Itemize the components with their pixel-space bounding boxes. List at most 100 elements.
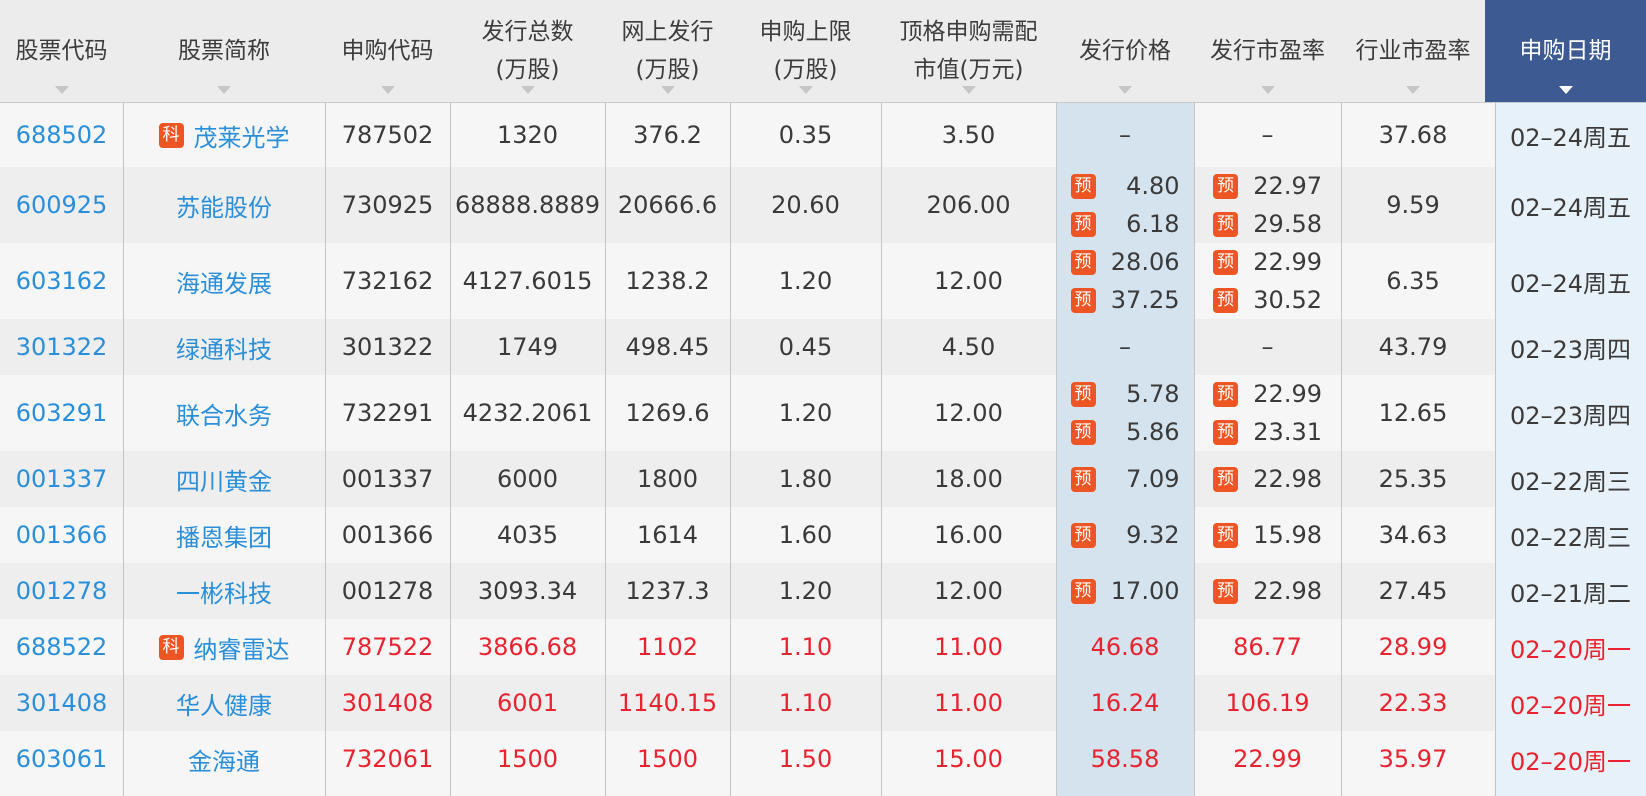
stock-code-link[interactable]: 688522 bbox=[0, 619, 123, 675]
table-row[interactable]: 001337 四川黄金 001337 6000 1800 1.80 18.00 预 7.09 预 2… bbox=[0, 451, 1646, 507]
stock-code-link[interactable]: 688502 bbox=[0, 103, 123, 167]
header-issue-pe[interactable]: 发行市盈率 bbox=[1194, 0, 1341, 102]
stock-name-link[interactable]: 科茂莱光学 bbox=[123, 103, 325, 167]
header-industry-pe[interactable]: 行业市盈率 bbox=[1341, 0, 1485, 102]
stock-name-link[interactable]: 绿通科技 bbox=[123, 319, 325, 375]
issue-price-value: 17.00 bbox=[1110, 577, 1180, 605]
table-row[interactable]: 603061 金海通 732061 1500 1500 1.50 15.00 58.58 22.… bbox=[0, 731, 1646, 787]
stock-name-link[interactable]: 海通发展 bbox=[123, 243, 325, 319]
issue-price-line: – bbox=[1119, 328, 1131, 366]
subscription-limit-text: 1.50 bbox=[778, 745, 833, 773]
table-row[interactable]: 600925 苏能股份 730925 68888.8889 20666.6 20.60 20… bbox=[0, 167, 1646, 243]
subscription-limit-text: 1.20 bbox=[778, 267, 833, 295]
stock-name-link-text[interactable]: 绿通科技 bbox=[176, 330, 272, 365]
subscription-date-text: 02–23周四 bbox=[1509, 401, 1632, 430]
issue-price-values: 预 17.00 bbox=[1070, 572, 1180, 610]
header-issue-price[interactable]: 发行价格 bbox=[1056, 0, 1194, 102]
estimate-badge-icon: 预 bbox=[1213, 173, 1238, 199]
industry-pe: 25.35 bbox=[1341, 451, 1485, 507]
stock-name-link-text[interactable]: 联合水务 bbox=[176, 396, 272, 431]
stock-name-link-text[interactable]: 金海通 bbox=[188, 742, 260, 777]
stock-name-link-text[interactable]: 一彬科技 bbox=[176, 574, 272, 609]
stock-code-link-text[interactable]: 301322 bbox=[16, 333, 108, 361]
stock-code-link-text[interactable]: 688522 bbox=[16, 633, 108, 661]
stock-code-link[interactable]: 301408 bbox=[0, 675, 123, 731]
stock-name-link-text[interactable]: 四川黄金 bbox=[176, 462, 272, 497]
subscription-limit: 0.35 bbox=[730, 103, 881, 167]
market-value-required-text: 3.50 bbox=[941, 121, 996, 149]
stock-name-link[interactable]: 苏能股份 bbox=[123, 167, 325, 243]
header-total-issue[interactable]: 发行总数 (万股) bbox=[450, 0, 605, 102]
stock-code-link-text[interactable]: 301408 bbox=[16, 689, 108, 717]
issue-price-line: – bbox=[1119, 116, 1131, 154]
stock-code-link[interactable]: 603162 bbox=[0, 243, 123, 319]
stock-code-link-text[interactable]: 603061 bbox=[16, 745, 108, 773]
industry-pe: 28.99 bbox=[1341, 619, 1485, 675]
issue-pe-values: 预 22.98 bbox=[1213, 572, 1322, 610]
stock-code-link[interactable]: 600925 bbox=[0, 167, 123, 243]
stock-code-link[interactable]: 603291 bbox=[0, 375, 123, 451]
table-row[interactable]: 688522 科纳睿雷达 787522 3866.68 1102 1.10 11.00 46.… bbox=[0, 619, 1646, 675]
stock-code-link-text[interactable]: 001278 bbox=[16, 577, 108, 605]
stock-name-link-text[interactable]: 海通发展 bbox=[176, 264, 272, 299]
stock-name-link-text[interactable]: 华人健康 bbox=[176, 686, 272, 721]
issue-pe-value: 22.97 bbox=[1253, 172, 1322, 200]
table-row[interactable]: 001278 一彬科技 001278 3093.34 1237.3 1.20 12.00 预 1… bbox=[0, 563, 1646, 619]
header-market-value-required[interactable]: 顶格申购需配 市值(万元) bbox=[881, 0, 1056, 102]
ipo-table-body: 688502 科茂莱光学 787502 1320 376.2 0.35 3.50– –37.6… bbox=[0, 103, 1646, 796]
table-row[interactable]: 603291 联合水务 732291 4232.2061 1269.6 1.20 12.00… bbox=[0, 375, 1646, 451]
stock-code-link-text[interactable]: 603162 bbox=[16, 267, 108, 295]
stock-name-link-text[interactable]: 纳睿雷达 bbox=[194, 630, 290, 665]
stock-code-link-text[interactable]: 688502 bbox=[16, 121, 108, 149]
sort-arrow-icon bbox=[660, 86, 675, 94]
stock-name-link-text[interactable]: 苏能股份 bbox=[176, 188, 272, 223]
stock-code-link[interactable]: 001366 bbox=[0, 507, 123, 563]
stock-name-link-text[interactable]: 播恩集团 bbox=[176, 518, 272, 553]
stock-name-link[interactable]: 华人健康 bbox=[123, 675, 325, 731]
table-row[interactable]: 603162 海通发展 732162 4127.6015 1238.2 1.20 12.00… bbox=[0, 243, 1646, 319]
stock-name-link[interactable]: 四川黄金 bbox=[123, 451, 325, 507]
stock-code-link-text[interactable]: 600925 bbox=[16, 191, 108, 219]
table-row[interactable]: 688502 科茂莱光学 787502 1320 376.2 0.35 3.50 – – 37.6… bbox=[0, 103, 1646, 167]
header-subscription-limit[interactable]: 申购上限 (万股) bbox=[730, 0, 881, 102]
issue-pe-value: 22.99 bbox=[1253, 380, 1322, 408]
stock-code-link-text[interactable]: 001337 bbox=[16, 465, 108, 493]
header-stock-name[interactable]: 股票简称 bbox=[123, 0, 325, 102]
table-row[interactable]: 301408 华人健康 301408 6001 1140.15 1.10 11.00 16.2… bbox=[0, 675, 1646, 731]
estimate-badge-icon: 预 bbox=[1213, 381, 1238, 407]
total-issue: 4232.2061 bbox=[450, 375, 605, 451]
stock-code-link[interactable]: 001337 bbox=[0, 451, 123, 507]
header-stock-code[interactable]: 股票代码 bbox=[0, 0, 123, 102]
issue-pe-line: 预 22.98 bbox=[1213, 460, 1322, 498]
estimate-badge-icon: 预 bbox=[1213, 249, 1238, 275]
subscription-code: 732291 bbox=[325, 375, 450, 451]
column-divider bbox=[450, 103, 451, 796]
stock-name-link-text[interactable]: 茂莱光学 bbox=[194, 118, 290, 153]
stock-name-link[interactable]: 科纳睿雷达 bbox=[123, 619, 325, 675]
total-issue: 3093.34 bbox=[450, 563, 605, 619]
subscription-code-text: 787522 bbox=[341, 633, 434, 661]
stock-code-link[interactable]: 603061 bbox=[0, 731, 123, 787]
issue-pe-values: 106.19 bbox=[1226, 684, 1310, 722]
issue-pe-values: 预 22.99 预 30.52 bbox=[1213, 243, 1322, 319]
stock-name-link[interactable]: 联合水务 bbox=[123, 375, 325, 451]
online-issue: 20666.6 bbox=[605, 167, 730, 243]
subscription-limit: 20.60 bbox=[730, 167, 881, 243]
header-online-issue[interactable]: 网上发行 (万股) bbox=[605, 0, 730, 102]
header-subscription-code[interactable]: 申购代码 bbox=[325, 0, 450, 102]
stock-name-link[interactable]: 播恩集团 bbox=[123, 507, 325, 563]
stock-name-link[interactable]: 金海通 bbox=[123, 731, 325, 787]
header-subscription-date[interactable]: 申购日期 bbox=[1485, 0, 1646, 102]
total-issue: 4035 bbox=[450, 507, 605, 563]
table-row[interactable]: 001366 播恩集团 001366 4035 1614 1.60 16.00 预 9.32 预 1… bbox=[0, 507, 1646, 563]
stock-name-link[interactable]: 一彬科技 bbox=[123, 563, 325, 619]
stock-code-link-text[interactable]: 603291 bbox=[16, 399, 108, 427]
stock-code-link[interactable]: 301322 bbox=[0, 319, 123, 375]
industry-pe: 37.68 bbox=[1341, 103, 1485, 167]
market-value-required: 12.00 bbox=[881, 563, 1056, 619]
table-row[interactable]: 301322 绿通科技 301322 1749 498.45 0.45 4.50 – – 43.7… bbox=[0, 319, 1646, 375]
stock-code-link-text[interactable]: 001366 bbox=[16, 521, 108, 549]
sort-arrow-icon bbox=[380, 86, 395, 94]
issue-pe-value: – bbox=[1261, 121, 1274, 149]
stock-code-link[interactable]: 001278 bbox=[0, 563, 123, 619]
